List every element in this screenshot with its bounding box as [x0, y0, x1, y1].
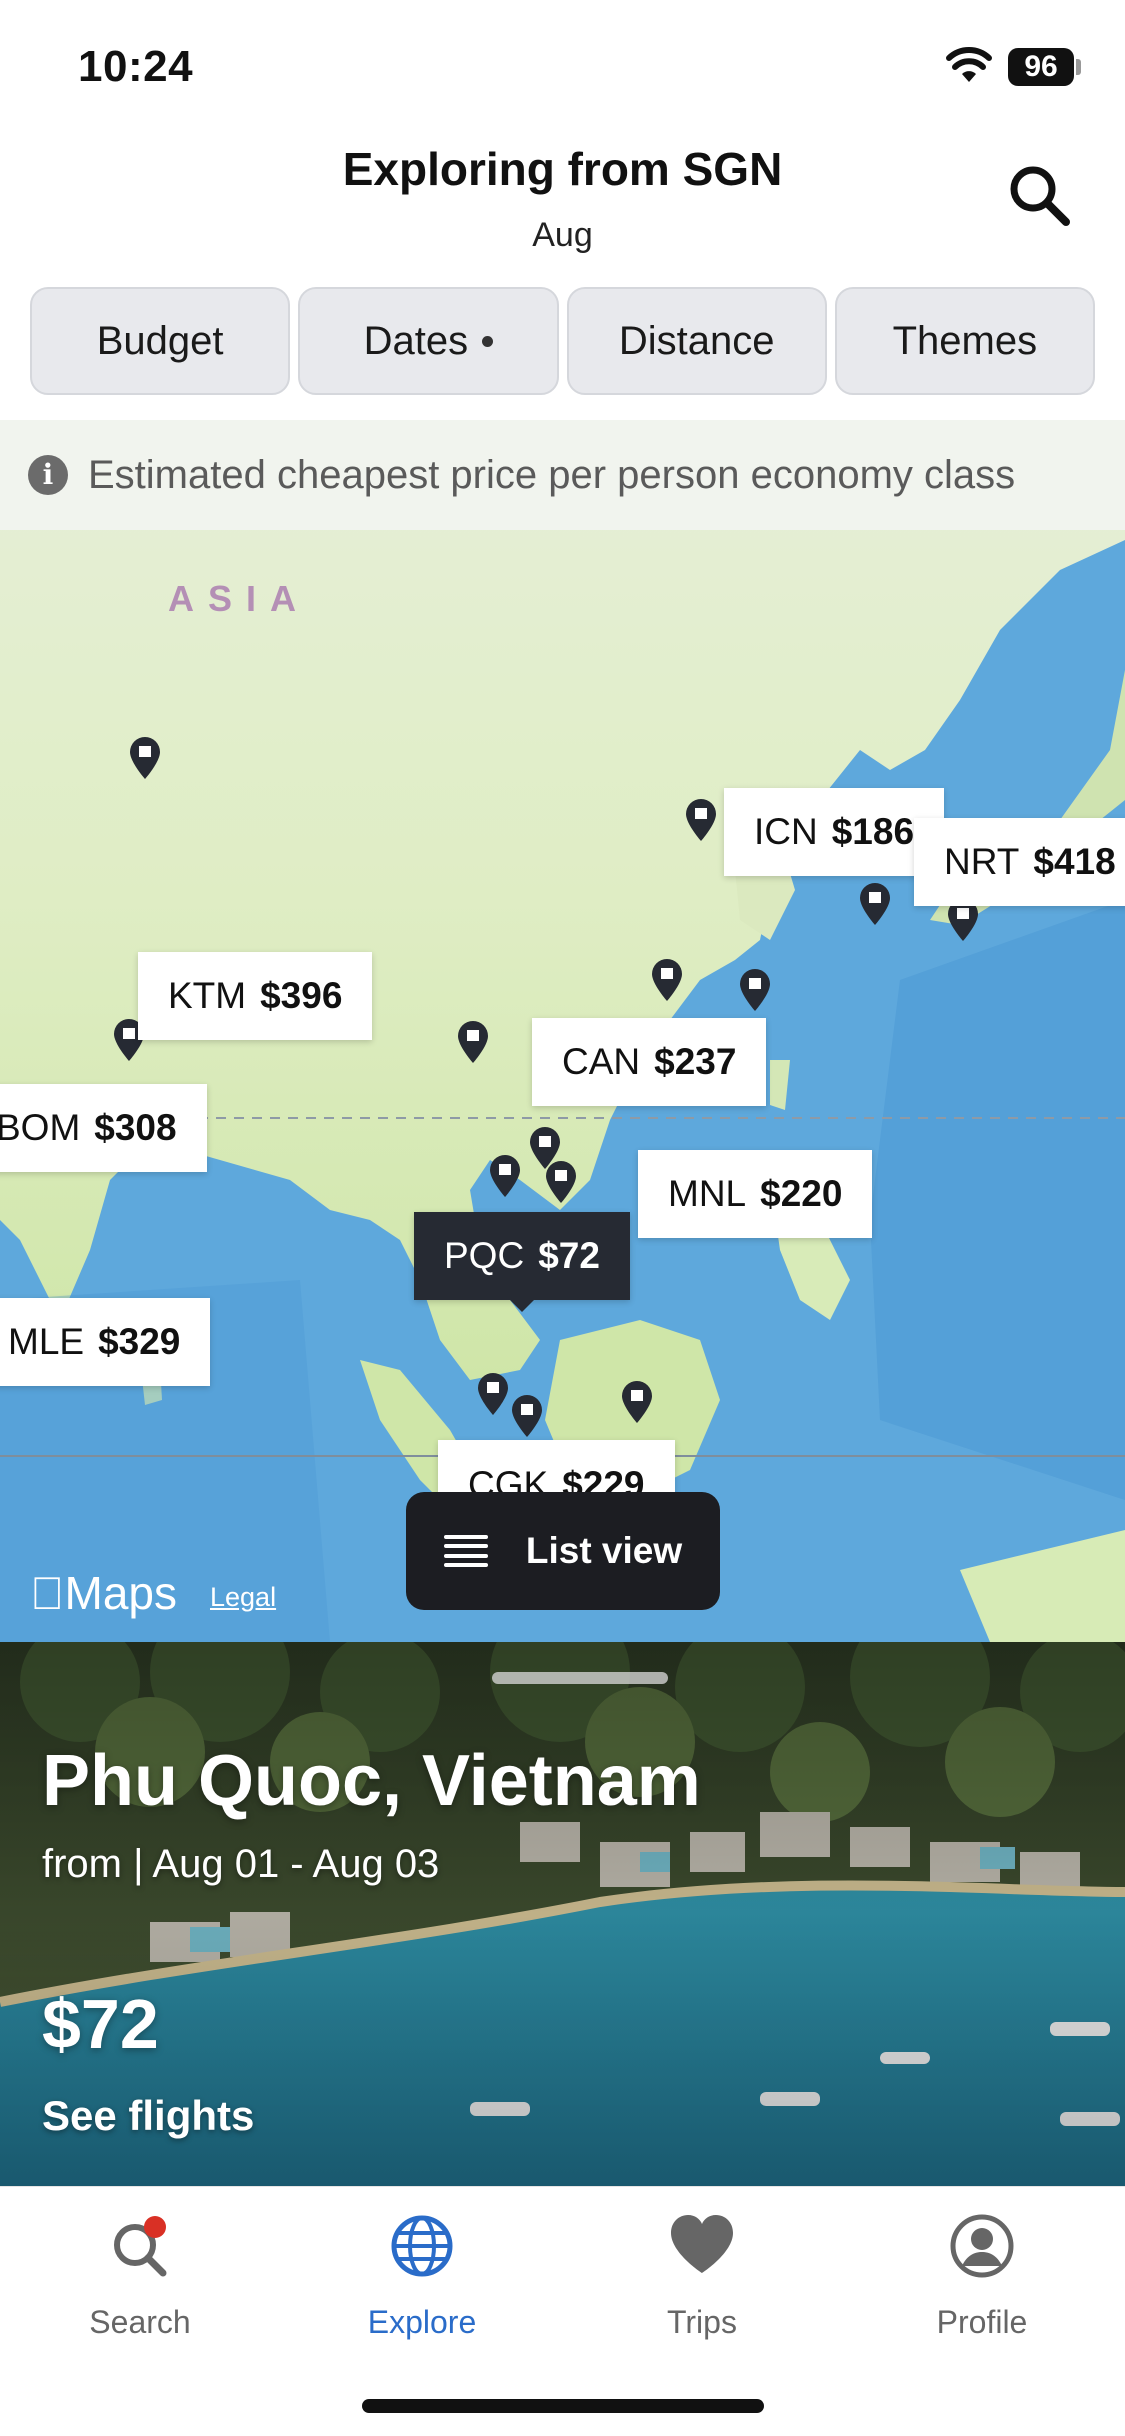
globe-icon	[391, 2215, 453, 2277]
sheet-drag-handle[interactable]	[492, 1672, 668, 1684]
status-bar: 10:24 96	[0, 0, 1125, 130]
map-pin-icon[interactable]	[544, 1160, 578, 1204]
tab-search[interactable]: Search	[40, 2211, 240, 2341]
map-pin-icon[interactable]	[684, 798, 718, 842]
notification-badge-icon	[144, 2216, 166, 2238]
map-pin-icon[interactable]	[456, 1020, 490, 1064]
filter-distance-button[interactable]: Distance	[566, 287, 827, 395]
filter-label: Dates	[363, 318, 469, 363]
map-pin-icon[interactable]	[510, 1394, 544, 1438]
fare-price: $237	[654, 1041, 737, 1082]
tab-label: Search	[89, 2304, 191, 2340]
apple-logo-icon: 	[30, 1567, 65, 1619]
airport-code: CAN	[562, 1041, 641, 1082]
page-subtitle: Aug	[532, 216, 593, 254]
filter-label: Distance	[618, 318, 775, 363]
fare-price: $220	[760, 1173, 843, 1214]
see-flights-link[interactable]: See flights	[42, 2092, 254, 2140]
price-tag-ktm[interactable]: KTM $396	[138, 952, 373, 1040]
map-pin-icon[interactable]	[650, 958, 684, 1002]
info-icon: i	[28, 455, 68, 495]
price-info-bar: i Estimated cheapest price per person ec…	[0, 420, 1125, 530]
destination-dates: from | Aug 01 - Aug 03	[42, 1842, 440, 1886]
airport-code: ICN	[754, 811, 818, 852]
filter-dates-button[interactable]: Dates	[298, 287, 559, 395]
map-pin-icon[interactable]	[858, 882, 892, 926]
active-dot-icon	[482, 335, 494, 347]
page-title: Exploring from SGN	[342, 143, 783, 195]
tab-label: Trips	[667, 2304, 737, 2340]
tab-explore[interactable]: Explore	[322, 2211, 522, 2341]
apple-maps-logo: Maps	[30, 1566, 177, 1620]
list-icon	[443, 1535, 488, 1567]
map-pin-icon[interactable]	[620, 1380, 654, 1424]
tab-label: Explore	[367, 2304, 477, 2340]
destination-price: $72	[42, 1985, 159, 2063]
tab-trips[interactable]: Trips	[602, 2211, 802, 2341]
wifi-icon	[946, 47, 992, 82]
map-pin-icon[interactable]	[738, 968, 772, 1012]
map-pin-icon[interactable]	[488, 1154, 522, 1198]
battery-indicator: 96	[1008, 48, 1074, 86]
filter-themes-button[interactable]: Themes	[834, 287, 1095, 395]
airport-code: MLE	[8, 1321, 85, 1362]
filter-label: Budget	[96, 318, 224, 363]
tab-profile[interactable]: Profile	[882, 2211, 1082, 2341]
map-pin-icon[interactable]	[476, 1372, 510, 1416]
price-tag-nrt[interactable]: NRT $418	[914, 818, 1125, 906]
fare-price: $72	[538, 1235, 600, 1276]
filter-label: Themes	[892, 318, 1038, 363]
airport-code: KTM	[168, 975, 247, 1016]
airport-code: NRT	[944, 841, 1020, 882]
fare-price: $186	[831, 811, 915, 852]
airport-code: BOM	[0, 1107, 81, 1148]
filter-chips: Budget Dates Distance Themes	[30, 287, 1095, 395]
map-pin-icon[interactable]	[128, 736, 162, 780]
price-tag-mle[interactable]: MLE $329	[0, 1298, 211, 1386]
fare-price: $396	[260, 975, 343, 1016]
airport-code: MNL	[668, 1173, 747, 1214]
price-tag-mnl[interactable]: MNL $220	[638, 1150, 873, 1238]
heart-icon	[671, 2215, 733, 2273]
fare-price: $308	[94, 1107, 177, 1148]
destination-name: Phu Quoc, Vietnam	[42, 1741, 701, 1821]
search-icon	[114, 2216, 167, 2277]
fare-price: $418	[1033, 841, 1116, 882]
profile-icon	[950, 2214, 1014, 2278]
legal-link[interactable]: Legal	[210, 1582, 276, 1613]
price-tag-icn[interactable]: ICN $186	[724, 788, 945, 876]
tab-bar: Search Explore Trips Profile	[0, 2186, 1125, 2436]
fare-price: $329	[98, 1321, 181, 1362]
price-tag-can[interactable]: CAN $237	[532, 1018, 767, 1106]
tab-label: Profile	[936, 2304, 1028, 2340]
maps-brand-text: Maps	[30, 1567, 177, 1619]
filter-budget-button[interactable]: Budget	[30, 287, 291, 395]
price-info-text: Estimated cheapest price per person econ…	[88, 452, 1016, 497]
list-view-label: List view	[525, 1530, 683, 1571]
airport-code: PQC	[444, 1235, 525, 1276]
list-view-button[interactable]: List view	[406, 1492, 720, 1610]
home-indicator[interactable]	[362, 2399, 764, 2413]
battery-nub	[1076, 59, 1081, 75]
search-icon[interactable]	[1006, 162, 1072, 228]
map-region-label: ASIA	[168, 578, 311, 619]
status-time: 10:24	[78, 42, 194, 91]
price-tag-pqc-selected[interactable]: PQC $72	[414, 1212, 630, 1312]
price-tag-bom[interactable]: BOM $308	[0, 1084, 207, 1172]
